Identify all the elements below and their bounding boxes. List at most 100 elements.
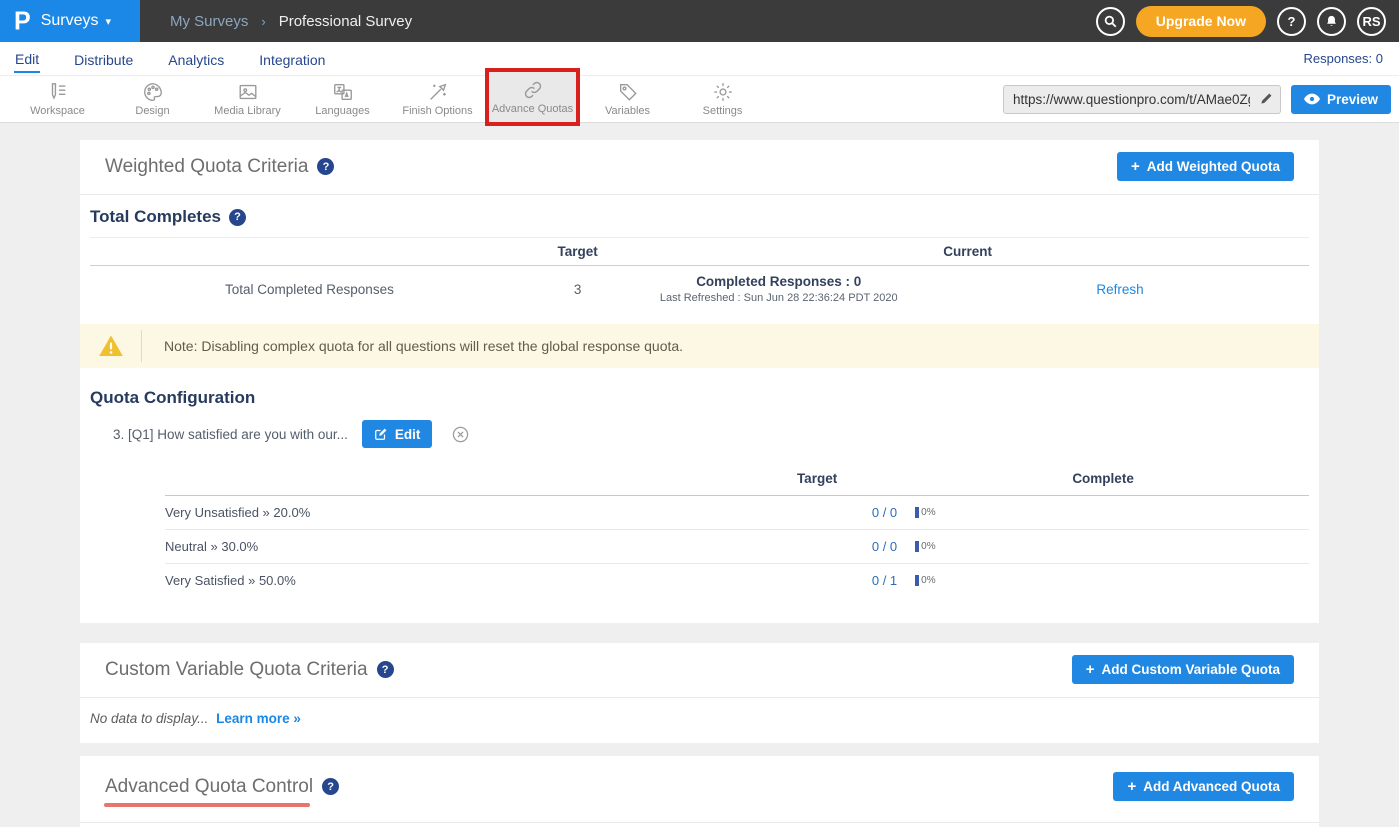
toolbar-item-label: Finish Options [402, 105, 472, 117]
main-content: Weighted Quota Criteria Add Weighted Quo… [0, 123, 1399, 827]
percent-value: 0% [921, 575, 935, 586]
media-library-icon [237, 81, 259, 103]
breadcrumb-my-surveys[interactable]: My Surveys [170, 13, 248, 30]
red-underline-annotation [104, 803, 310, 807]
preview-label: Preview [1327, 92, 1378, 107]
learn-more-link[interactable]: Learn more » [216, 711, 301, 726]
table-row: Total Completed Responses 3 Completed Re… [90, 266, 1309, 318]
custom-variable-quota-title: Custom Variable Quota Criteria [105, 659, 368, 681]
toolbar-item-label: Variables [605, 105, 650, 117]
edit-pencil-icon [374, 427, 388, 441]
app-logo-menu[interactable]: P Surveys [0, 0, 140, 42]
plus-icon [1127, 778, 1136, 795]
languages-icon [332, 81, 354, 103]
refresh-link[interactable]: Refresh [1096, 282, 1143, 297]
upgrade-now-button[interactable]: Upgrade Now [1136, 6, 1266, 37]
custom-variable-quota-card: Custom Variable Quota Criteria Add Custo… [80, 643, 1319, 743]
percent-value: 0% [921, 541, 935, 552]
toolbar-item-finish-options[interactable]: Finish Options [390, 75, 485, 123]
toolbar-item-label: Settings [703, 105, 743, 117]
total-completes-table: Target Current Total Completed Responses… [90, 237, 1309, 318]
progress-bar [915, 507, 919, 518]
edit-url-pencil-icon[interactable] [1259, 91, 1274, 111]
quota-target-value: 0 / 1 [737, 573, 897, 588]
toolbar-item-settings[interactable]: Settings [675, 75, 770, 123]
advanced-quota-title: Advanced Quota Control [105, 776, 313, 797]
product-menu-surveys[interactable]: Surveys [41, 12, 111, 30]
column-header-current: Current [626, 244, 1309, 259]
questionpro-logo-icon: P [14, 6, 31, 36]
current-status: Completed Responses : 0 Last Refreshed :… [626, 274, 931, 304]
edit-quota-button[interactable]: Edit [362, 420, 433, 448]
variables-tag-icon [617, 81, 639, 103]
survey-url-input[interactable] [1003, 85, 1281, 114]
workspace-icon [47, 81, 69, 103]
design-palette-icon [142, 81, 164, 103]
progress-bar [915, 575, 919, 586]
advanced-quota-help-icon[interactable] [322, 778, 339, 795]
quota-row-very-unsatisfied: Very Unsatisfied » 20.0% 0 / 0 0% [165, 496, 1309, 530]
edit-button-label: Edit [395, 427, 421, 442]
add-custom-variable-quota-label: Add Custom Variable Quota [1101, 662, 1280, 677]
edit-toolbar: Workspace Design Media Library Languages… [0, 75, 1399, 123]
breadcrumb-current-survey: Professional Survey [279, 13, 412, 30]
remove-quota-icon[interactable] [452, 426, 469, 443]
survey-url-zone: Preview [1003, 85, 1399, 114]
toolbar-item-variables[interactable]: Variables [580, 75, 675, 123]
tab-analytics[interactable]: Analytics [167, 46, 225, 72]
warning-note: Note: Disabling complex quota for all qu… [80, 324, 1319, 368]
main-nav: Edit Distribute Analytics Integration Re… [0, 42, 1399, 75]
user-avatar[interactable]: RS [1357, 7, 1386, 36]
product-menu-label: Surveys [41, 12, 99, 30]
toolbar-item-label: Workspace [30, 105, 85, 117]
weighted-quota-title: Weighted Quota Criteria [105, 156, 308, 178]
add-advanced-quota-button[interactable]: Add Advanced Quota [1113, 772, 1294, 801]
toolbar-item-workspace[interactable]: Workspace [10, 75, 105, 123]
toolbar-item-languages[interactable]: Languages [295, 75, 390, 123]
completed-responses-count: Completed Responses : 0 [626, 274, 931, 289]
quota-row-very-satisfied: Very Satisfied » 50.0% 0 / 1 0% [165, 564, 1309, 597]
quota-configuration-section: Quota Configuration 3. [Q1] How satisfie… [80, 368, 1319, 623]
tab-integration[interactable]: Integration [258, 46, 326, 72]
responses-count: Responses: 0 [1304, 51, 1386, 66]
add-weighted-quota-button[interactable]: Add Weighted Quota [1117, 152, 1294, 181]
custom-variable-quota-help-icon[interactable] [377, 661, 394, 678]
last-refreshed-timestamp: Last Refreshed : Sun Jun 28 22:36:24 PDT… [626, 292, 931, 304]
toolbar-item-design[interactable]: Design [105, 75, 200, 123]
weighted-quota-help-icon[interactable] [317, 158, 334, 175]
add-weighted-quota-label: Add Weighted Quota [1147, 159, 1280, 174]
column-header-target: Target [737, 471, 897, 486]
quota-row-label: Very Satisfied » 50.0% [165, 573, 737, 588]
quota-target-value: 0 / 0 [737, 505, 897, 520]
tab-distribute[interactable]: Distribute [73, 46, 134, 72]
advanced-quota-card: Advanced Quota Control Add Advanced Quot… [80, 756, 1319, 827]
warning-triangle-icon [98, 334, 124, 358]
toolbar-item-label: Advance Quotas [492, 103, 573, 115]
quota-row-neutral: Neutral » 30.0% 0 / 0 0% [165, 530, 1309, 564]
toolbar-item-media-library[interactable]: Media Library [200, 75, 295, 123]
toolbar-item-label: Media Library [214, 105, 281, 117]
quota-row-label: Very Unsatisfied » 20.0% [165, 505, 737, 520]
quota-row-label: Neutral » 30.0% [165, 539, 737, 554]
topbar-actions: Upgrade Now ? RS [1096, 6, 1399, 37]
toolbar-item-advance-quotas[interactable]: Advance Quotas [485, 68, 580, 126]
column-header-complete: Complete [897, 471, 1309, 486]
column-header-target: Target [529, 244, 627, 259]
breadcrumb: My Surveys › Professional Survey [170, 13, 412, 30]
toolbar-item-label: Design [135, 105, 169, 117]
breadcrumb-separator: › [261, 14, 265, 29]
total-completed-responses-label: Total Completed Responses [90, 282, 529, 297]
preview-button[interactable]: Preview [1291, 85, 1391, 114]
tab-edit[interactable]: Edit [14, 45, 40, 73]
warning-note-text: Note: Disabling complex quota for all qu… [142, 338, 683, 354]
notifications-bell-icon[interactable] [1317, 7, 1346, 36]
quota-table: Target Complete Very Unsatisfied » 20.0%… [165, 462, 1309, 597]
add-advanced-quota-label: Add Advanced Quota [1143, 779, 1280, 794]
quota-configuration-heading: Quota Configuration [90, 388, 255, 408]
help-circle-icon[interactable]: ? [1277, 7, 1306, 36]
quota-question-label: 3. [Q1] How satisfied are you with our..… [113, 427, 348, 442]
add-custom-variable-quota-button[interactable]: Add Custom Variable Quota [1072, 655, 1294, 684]
search-icon[interactable] [1096, 7, 1125, 36]
total-completes-help-icon[interactable] [229, 209, 246, 226]
no-data-message: No data to display... [90, 711, 208, 726]
